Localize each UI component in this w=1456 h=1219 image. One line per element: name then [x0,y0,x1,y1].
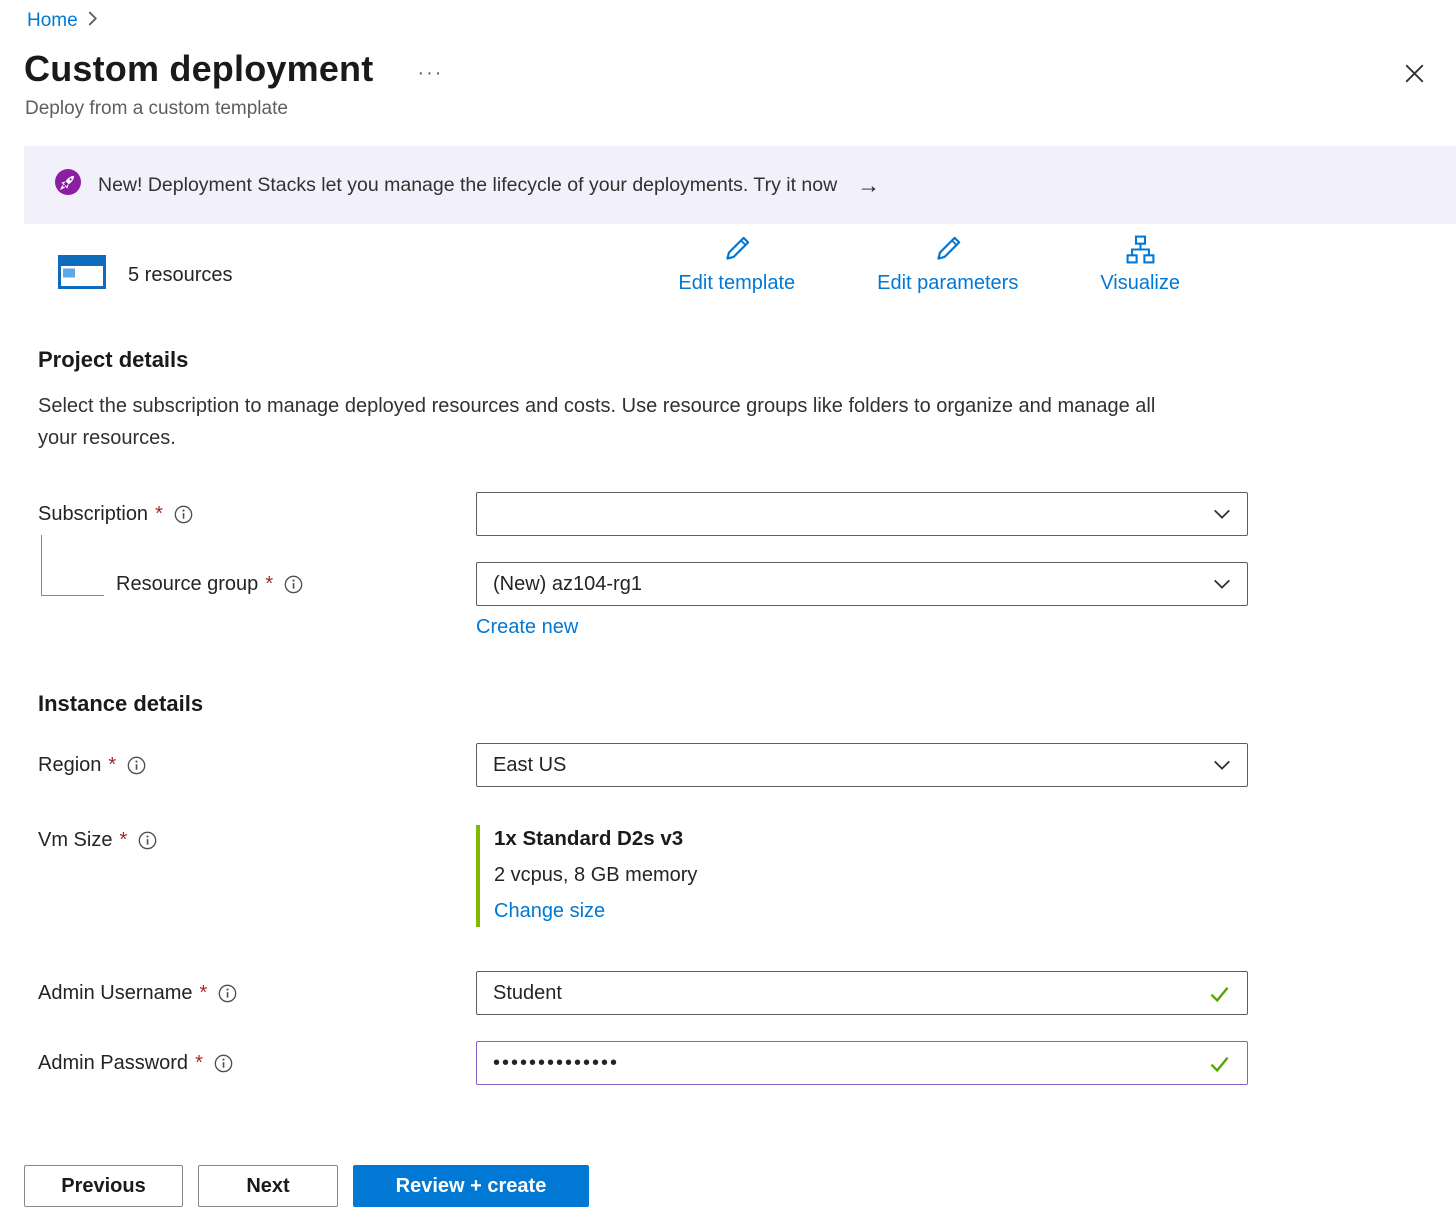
create-new-link[interactable]: Create new [476,616,578,638]
breadcrumb: Home [0,0,1456,32]
vm-size-label: Vm Size * [38,829,476,852]
subscription-dropdown[interactable] [476,492,1248,536]
more-options-button[interactable]: ··· [417,62,443,85]
vm-size-name: 1x Standard D2s v3 [494,827,1248,851]
vm-size-summary: 1x Standard D2s v3 2 vcpus, 8 GB memory … [476,825,1248,927]
required-asterisk: * [265,573,273,596]
edit-template-label: Edit template [678,272,795,295]
admin-username-row: Admin Username * [38,971,1248,1015]
required-asterisk: * [200,982,208,1005]
region-dropdown[interactable]: East US [476,743,1248,787]
subscription-row: Subscription * [38,492,1248,536]
template-actions: Edit template Edit parameters Visua [678,234,1180,295]
rocket-icon [54,168,82,202]
resource-group-dropdown[interactable]: (New) az104-rg1 [476,562,1248,606]
info-icon[interactable] [214,1054,233,1073]
breadcrumb-chevron-icon [87,10,98,32]
page-subtitle: Deploy from a custom template [0,92,1456,120]
template-info: 5 resources [24,255,233,295]
resource-group-value: (New) az104-rg1 [493,573,642,596]
vm-size-row: Vm Size * 1x Standard D2s v3 2 vcpus, 8 … [38,825,1248,927]
admin-password-fieldbox [476,1041,1248,1085]
region-row: Region * East US [38,743,1248,787]
breadcrumb-home-link[interactable]: Home [27,10,78,32]
admin-username-input[interactable] [493,972,1198,1014]
previous-button[interactable]: Previous [24,1165,183,1207]
custom-deployment-page: Home Custom deployment ··· Deploy from a… [0,0,1456,1219]
edit-parameters-label: Edit parameters [877,272,1018,295]
change-size-link[interactable]: Change size [494,900,605,923]
required-asterisk: * [155,503,163,526]
project-details-description: Select the subscription to manage deploy… [38,391,1183,454]
pencil-icon [932,234,963,271]
template-icon [58,255,106,295]
region-label: Region * [38,754,476,777]
deployment-stacks-banner[interactable]: New! Deployment Stacks let you manage th… [24,146,1456,224]
region-label-text: Region [38,754,101,777]
admin-username-label: Admin Username * [38,982,476,1005]
admin-password-row: Admin Password * [38,1041,1248,1085]
page-title: Custom deployment [24,48,373,90]
next-button[interactable]: Next [198,1165,338,1207]
required-asterisk: * [108,754,116,777]
review-create-button[interactable]: Review + create [353,1165,589,1207]
info-icon[interactable] [284,575,303,594]
instance-details-heading: Instance details [38,691,1432,717]
create-new-row: Create new [476,616,1248,639]
subscription-label-text: Subscription [38,503,148,526]
instance-details-form: Region * East US Vm Size * [38,743,1248,1085]
info-icon[interactable] [138,831,157,850]
visualize-button[interactable]: Visualize [1100,234,1180,295]
admin-username-label-text: Admin Username [38,982,193,1005]
chevron-down-icon [1213,756,1231,774]
project-details-heading: Project details [38,347,1432,373]
page-header: Custom deployment ··· [0,32,1456,92]
info-icon[interactable] [174,505,193,524]
template-bar: 5 resources Edit template Edit parameter… [24,234,1432,295]
info-icon[interactable] [218,984,237,1003]
edit-template-button[interactable]: Edit template [678,234,795,295]
close-icon[interactable] [1399,58,1430,92]
subscription-label: Subscription * [38,503,476,526]
visualize-label: Visualize [1100,272,1180,295]
arrow-right-icon: → [857,172,880,199]
resource-group-label-text: Resource group [116,573,258,596]
required-asterisk: * [119,829,127,852]
banner-text: New! Deployment Stacks let you manage th… [98,174,837,197]
admin-password-input[interactable] [493,1042,1198,1084]
admin-password-label: Admin Password * [38,1052,476,1075]
valid-check-icon [1208,982,1231,1005]
chevron-down-icon [1213,575,1231,593]
wizard-footer: Previous Next Review + create [24,1165,589,1207]
edit-parameters-button[interactable]: Edit parameters [877,234,1018,295]
resource-group-label: Resource group * [38,573,476,596]
org-chart-icon [1125,234,1156,271]
region-value: East US [493,754,566,777]
project-details-form: Subscription * Resource group * [38,492,1248,639]
admin-username-fieldbox [476,971,1248,1015]
vm-size-specs: 2 vcpus, 8 GB memory [494,864,1248,887]
pencil-icon [721,234,752,271]
admin-password-label-text: Admin Password [38,1052,188,1075]
info-icon[interactable] [127,756,146,775]
vm-size-label-text: Vm Size [38,829,112,852]
required-asterisk: * [195,1052,203,1075]
resource-count: 5 resources [128,264,233,287]
resource-group-row: Resource group * (New) az104-rg1 [38,562,1248,606]
chevron-down-icon [1213,505,1231,523]
valid-check-icon [1208,1052,1231,1075]
